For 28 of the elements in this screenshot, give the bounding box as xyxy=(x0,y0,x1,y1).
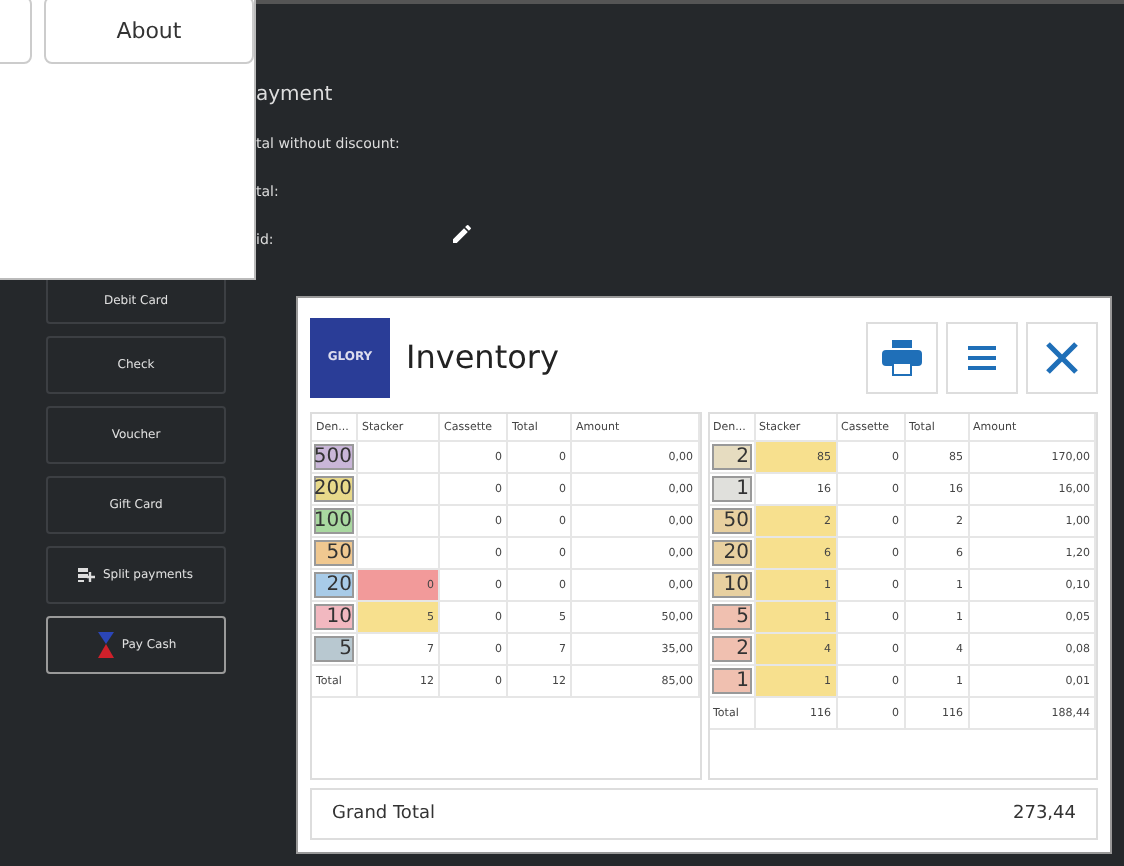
denomination-note: 50 xyxy=(711,508,751,535)
denomination-note: 200 xyxy=(314,476,354,503)
denomination-note: 1 xyxy=(711,668,751,695)
dialog-title: Inventory xyxy=(406,338,561,377)
denomination-note: 500 xyxy=(314,444,354,471)
denomination-note: 50 xyxy=(314,540,354,567)
section-title: ayment xyxy=(256,84,335,110)
menu-icon xyxy=(968,345,996,370)
denomination-note: 20 xyxy=(711,540,751,567)
close-button[interactable] xyxy=(1026,321,1098,394)
denomination-note: 10 xyxy=(711,572,751,599)
denomination-note: 2 xyxy=(711,636,751,663)
grand-total-label: Grand Total xyxy=(332,804,435,825)
denomination-note: 20 xyxy=(314,572,354,599)
close-icon xyxy=(1044,339,1080,376)
split-icon xyxy=(78,568,97,582)
print-button[interactable] xyxy=(866,321,938,394)
hourglass-icon xyxy=(95,632,116,658)
denomination-note: 5 xyxy=(711,604,751,631)
about-button[interactable]: About xyxy=(43,0,254,64)
denomination-note: 100 xyxy=(314,508,354,535)
denomination-note: 2 xyxy=(711,444,751,471)
denomination-note: 1 xyxy=(711,476,751,503)
denomination-note: 5 xyxy=(314,636,354,663)
pencil-icon xyxy=(450,222,474,246)
denomination-note: 10 xyxy=(314,604,354,631)
grand-total-value: 273,44 xyxy=(1013,804,1076,825)
printer-icon xyxy=(882,339,922,376)
